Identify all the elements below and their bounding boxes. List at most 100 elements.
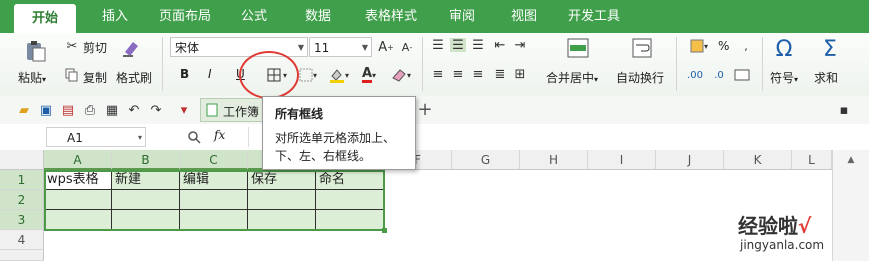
- tab-page-layout[interactable]: 页面布局: [150, 0, 220, 33]
- table-cell[interactable]: [44, 190, 112, 210]
- scissors-icon[interactable]: ✂: [64, 38, 80, 54]
- column-header[interactable]: B: [112, 150, 180, 170]
- tab-view[interactable]: 视图: [498, 0, 550, 33]
- justify-icon[interactable]: ≣: [492, 67, 508, 82]
- decrease-indent-icon[interactable]: ⇤: [492, 38, 508, 53]
- omega-icon[interactable]: Ω: [772, 35, 796, 63]
- table-cell[interactable]: [44, 210, 112, 230]
- tab-workbook[interactable]: 工作簿: [200, 98, 266, 122]
- wrap-text-button[interactable]: 自动换行: [616, 69, 664, 86]
- table-cell[interactable]: [180, 210, 248, 230]
- increase-indent-icon[interactable]: ⇥: [512, 38, 528, 53]
- table-cell[interactable]: 编辑: [180, 170, 248, 190]
- column-header[interactable]: H: [520, 150, 588, 170]
- format-painter-button[interactable]: 格式刷: [116, 69, 152, 86]
- insert-function-button[interactable]: fx: [214, 128, 225, 142]
- table-cell[interactable]: [248, 210, 316, 230]
- tab-review[interactable]: 审阅: [436, 0, 488, 33]
- select-all-corner[interactable]: [0, 150, 44, 170]
- wrap-text-icon[interactable]: [630, 37, 654, 59]
- decrease-font-icon[interactable]: A-: [398, 37, 416, 57]
- tab-table-style[interactable]: 表格样式: [352, 0, 430, 33]
- align-middle-icon[interactable]: ☰: [450, 38, 466, 53]
- table-cell[interactable]: 保存: [248, 170, 316, 190]
- cut-button[interactable]: 剪切: [83, 39, 107, 56]
- row-header[interactable]: 4: [0, 230, 44, 250]
- table-cell[interactable]: 新建: [112, 170, 180, 190]
- tab-home[interactable]: 开始: [14, 4, 76, 33]
- bold-button[interactable]: B: [180, 67, 189, 81]
- paste-label[interactable]: 粘贴▾: [18, 69, 46, 86]
- table-cell[interactable]: [180, 190, 248, 210]
- number-format-icon[interactable]: ▾: [684, 37, 714, 55]
- column-header[interactable]: C: [180, 150, 248, 170]
- copy-button[interactable]: 复制: [83, 69, 107, 86]
- merge-center-icon[interactable]: [566, 37, 590, 59]
- ribbon-home: 粘贴▾ ✂ 剪切 复制 格式刷 宋体 ▼ 11 ▼ A + A- B I U ▾ ▾ …: [0, 33, 869, 97]
- table-cell[interactable]: [316, 210, 384, 230]
- column-header[interactable]: K: [724, 150, 792, 170]
- row-header[interactable]: 3: [0, 210, 44, 230]
- tooltip-line: 对所选单元格添加上、: [275, 131, 396, 145]
- vertical-scrollbar[interactable]: ▲: [832, 150, 869, 261]
- copy-icon[interactable]: [64, 67, 80, 83]
- decrease-decimal-icon[interactable]: .0: [708, 67, 730, 83]
- sum-button[interactable]: 求和: [814, 69, 838, 86]
- align-center-icon[interactable]: ≡: [450, 67, 466, 82]
- name-box[interactable]: A1 ▾: [46, 127, 146, 147]
- paste-icon[interactable]: [22, 39, 48, 63]
- row-header[interactable]: 2: [0, 190, 44, 210]
- column-header[interactable]: A: [44, 150, 112, 170]
- italic-button[interactable]: I: [208, 67, 212, 81]
- sidebar-toggle-icon[interactable]: ▪: [836, 102, 852, 118]
- column-header[interactable]: L: [792, 150, 832, 170]
- increase-decimal-icon[interactable]: .00: [684, 67, 706, 83]
- distribute-icon[interactable]: ⊞: [512, 67, 528, 82]
- magnifier-icon[interactable]: [186, 129, 202, 145]
- font-size-dropdown[interactable]: 11 ▼: [309, 37, 372, 57]
- increase-font-icon[interactable]: A +: [377, 37, 395, 57]
- column-header[interactable]: I: [588, 150, 656, 170]
- table-cell[interactable]: wps表格: [44, 170, 112, 190]
- redo-icon[interactable]: ↷: [148, 102, 164, 118]
- column-header[interactable]: G: [452, 150, 520, 170]
- new-tab-icon[interactable]: +: [416, 99, 434, 120]
- percent-button[interactable]: %: [718, 39, 729, 53]
- merge-center-button[interactable]: 合并居中▾: [546, 69, 598, 86]
- table-cell[interactable]: 命名: [316, 170, 384, 190]
- table-cell[interactable]: [112, 210, 180, 230]
- table-cell[interactable]: [112, 190, 180, 210]
- font-name-dropdown[interactable]: 宋体 ▼: [170, 37, 308, 57]
- export-pdf-icon[interactable]: ▤: [60, 102, 76, 118]
- thousands-separator-icon[interactable]: ,: [736, 37, 756, 55]
- table-cell[interactable]: [248, 190, 316, 210]
- customize-toolbar-icon[interactable]: ▾: [176, 102, 192, 118]
- row-header[interactable]: [0, 250, 44, 261]
- border-style-icon[interactable]: ▾: [296, 65, 320, 85]
- sigma-icon[interactable]: Σ: [818, 35, 842, 63]
- undo-icon[interactable]: ↶: [126, 102, 142, 118]
- tab-insert[interactable]: 插入: [86, 0, 144, 33]
- align-bottom-icon[interactable]: ☰: [470, 38, 486, 53]
- align-left-icon[interactable]: ≡: [430, 67, 446, 82]
- print-icon[interactable]: ⎙: [82, 102, 98, 118]
- fill-handle[interactable]: [382, 228, 387, 233]
- tab-formulas[interactable]: 公式: [228, 0, 280, 33]
- open-folder-icon[interactable]: ▰: [16, 102, 32, 118]
- tab-developer[interactable]: 开发工具: [558, 0, 630, 33]
- table-cell[interactable]: [316, 190, 384, 210]
- symbol-button[interactable]: 符号▾: [770, 69, 798, 86]
- cell-style-icon[interactable]: [732, 67, 752, 83]
- align-right-icon[interactable]: ≡: [470, 67, 486, 82]
- fill-color-icon[interactable]: ▾: [326, 65, 352, 85]
- eraser-icon[interactable]: [118, 37, 144, 59]
- scroll-up-icon[interactable]: ▲: [843, 154, 859, 166]
- print-preview-icon[interactable]: ▦: [104, 102, 120, 118]
- font-color-icon[interactable]: A ▾: [356, 65, 382, 85]
- column-header[interactable]: J: [656, 150, 724, 170]
- row-header[interactable]: 1: [0, 170, 44, 190]
- tab-data[interactable]: 数据: [292, 0, 344, 33]
- save-icon[interactable]: ▣: [38, 102, 54, 118]
- align-top-icon[interactable]: ☰: [430, 38, 446, 53]
- clear-format-icon[interactable]: ▾: [388, 65, 414, 85]
